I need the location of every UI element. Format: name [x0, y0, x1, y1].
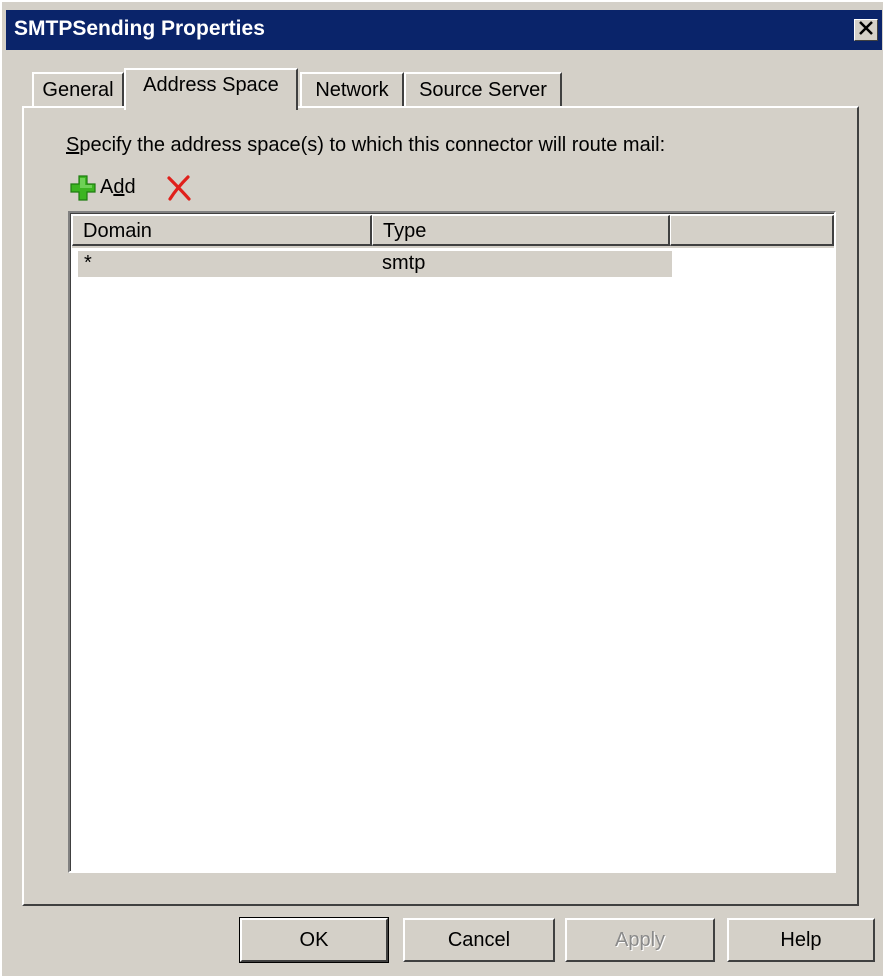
tab-network[interactable]: Network: [300, 72, 404, 106]
cell-domain: *: [84, 252, 92, 274]
apply-button[interactable]: Apply: [565, 918, 715, 962]
delete-button[interactable]: [166, 175, 192, 201]
help-button[interactable]: Help: [727, 918, 875, 962]
address-space-list[interactable]: Domain Type * smtp: [68, 211, 836, 873]
delete-x-icon: [166, 175, 192, 205]
tab-address-space[interactable]: Address Space: [124, 68, 298, 110]
add-label: Add: [100, 176, 136, 198]
cell-type: smtp: [382, 252, 426, 274]
ok-button[interactable]: OK: [239, 917, 389, 963]
cancel-button[interactable]: Cancel: [403, 918, 555, 962]
properties-dialog: SMTPSending Properties General Address S…: [0, 0, 883, 976]
tab-source-server[interactable]: Source Server: [404, 72, 562, 106]
plus-icon: [70, 175, 96, 201]
add-button[interactable]: Add: [68, 172, 150, 202]
close-button[interactable]: [854, 19, 878, 41]
column-header-type[interactable]: Type: [372, 215, 670, 246]
title-bar[interactable]: SMTPSending Properties: [6, 10, 882, 50]
close-icon: [857, 19, 875, 41]
tab-general[interactable]: General: [32, 72, 124, 106]
instruction-label: Specify the address space(s) to which th…: [66, 134, 666, 156]
column-header-domain[interactable]: Domain: [72, 215, 372, 246]
column-header-filler: [670, 215, 834, 246]
list-header: Domain Type: [72, 215, 834, 248]
window-title: SMTPSending Properties: [14, 17, 265, 40]
list-row[interactable]: * smtp: [78, 251, 672, 277]
